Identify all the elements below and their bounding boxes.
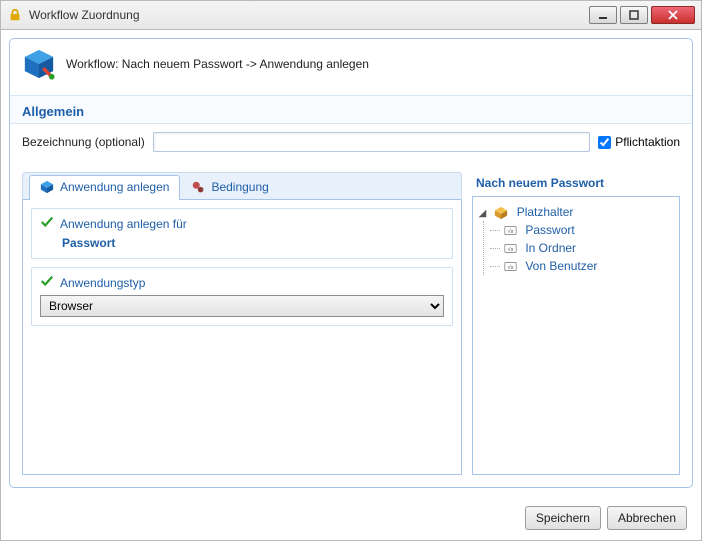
tree-node-child[interactable]: √x Von Benutzer: [502, 257, 675, 275]
svg-text:√x: √x: [507, 228, 513, 235]
var-icon: √x: [502, 259, 518, 275]
title-bar: Workflow Zuordnung: [0, 0, 702, 30]
group-target-head: Anwendung anlegen für: [40, 215, 444, 232]
collapse-icon[interactable]: ◢: [477, 205, 488, 216]
var-icon: √x: [502, 223, 518, 239]
tree-child-label: Von Benutzer: [525, 259, 597, 273]
name-label: Bezeichnung (optional): [22, 135, 145, 149]
workflow-cube-icon: [22, 47, 56, 81]
tab-label-0: Anwendung anlegen: [60, 180, 169, 194]
box-icon: [493, 205, 509, 221]
mandatory-label: Pflichtaktion: [615, 135, 680, 149]
mandatory-checkbox-wrapper[interactable]: Pflichtaktion: [598, 135, 680, 149]
tab-label-1: Bedingung: [211, 180, 268, 194]
check-icon: [40, 215, 54, 232]
tree-root-label: Platzhalter: [517, 205, 574, 219]
body-split: Anwendung anlegen Bedingung: [10, 166, 692, 487]
tab-bar: Anwendung anlegen Bedingung: [22, 172, 462, 200]
tree-node-child[interactable]: √x In Ordner: [502, 239, 675, 257]
maximize-button[interactable]: [620, 6, 648, 24]
type-select[interactable]: Browser: [40, 295, 444, 317]
group-type-head: Anwendungstyp: [40, 274, 444, 291]
tab-bedingung[interactable]: Bedingung: [180, 175, 279, 200]
cube-small-icon: [40, 180, 54, 194]
tab-anwendung-anlegen[interactable]: Anwendung anlegen: [29, 175, 180, 200]
footer-buttons: Speichern Abbrechen: [525, 506, 687, 530]
svg-text:√x: √x: [507, 246, 513, 253]
right-pane: Nach neuem Passwort ◢ Platzhalter √x: [472, 172, 680, 475]
left-pane: Anwendung anlegen Bedingung: [22, 172, 462, 475]
window-body: Workflow: Nach neuem Passwort -> Anwendu…: [0, 30, 702, 541]
workflow-name: Nach neuem Passwort -> Anwendung anlegen: [122, 57, 369, 71]
section-general-title: Allgemein: [10, 95, 692, 124]
tab-body: Anwendung anlegen für Passwort Anwendung…: [22, 200, 462, 475]
window-controls: [589, 6, 695, 24]
tree-child-label: Passwort: [525, 223, 574, 237]
cancel-button[interactable]: Abbrechen: [607, 506, 687, 530]
workflow-label: Workflow:: [66, 57, 118, 71]
group-type: Anwendungstyp Browser: [31, 267, 453, 326]
close-button[interactable]: [651, 6, 695, 24]
minimize-button[interactable]: [589, 6, 617, 24]
group-target: Anwendung anlegen für Passwort: [31, 208, 453, 259]
tree-node-root[interactable]: ◢ Platzhalter √x Passwort: [477, 203, 675, 275]
group-type-title: Anwendungstyp: [60, 276, 145, 290]
name-input[interactable]: [153, 132, 591, 152]
tree-node-child[interactable]: √x Passwort: [502, 221, 675, 239]
mandatory-checkbox[interactable]: [598, 136, 611, 149]
workflow-header: Workflow: Nach neuem Passwort -> Anwendu…: [10, 39, 692, 95]
window-title: Workflow Zuordnung: [29, 8, 589, 22]
main-panel: Workflow: Nach neuem Passwort -> Anwendu…: [9, 38, 693, 488]
group-target-title: Anwendung anlegen für: [60, 217, 187, 231]
var-icon: √x: [502, 241, 518, 257]
save-button[interactable]: Speichern: [525, 506, 601, 530]
tree-child-label: In Ordner: [525, 241, 576, 255]
check-icon: [40, 274, 54, 291]
group-target-value: Passwort: [62, 236, 444, 250]
workflow-header-text: Workflow: Nach neuem Passwort -> Anwendu…: [66, 57, 369, 71]
right-title: Nach neuem Passwort: [472, 172, 680, 196]
svg-text:√x: √x: [507, 264, 513, 271]
lock-icon: [7, 7, 23, 23]
placeholder-tree[interactable]: ◢ Platzhalter √x Passwort: [472, 196, 680, 475]
gears-icon: [191, 180, 205, 194]
general-form-row: Bezeichnung (optional) Pflichtaktion: [10, 124, 692, 166]
